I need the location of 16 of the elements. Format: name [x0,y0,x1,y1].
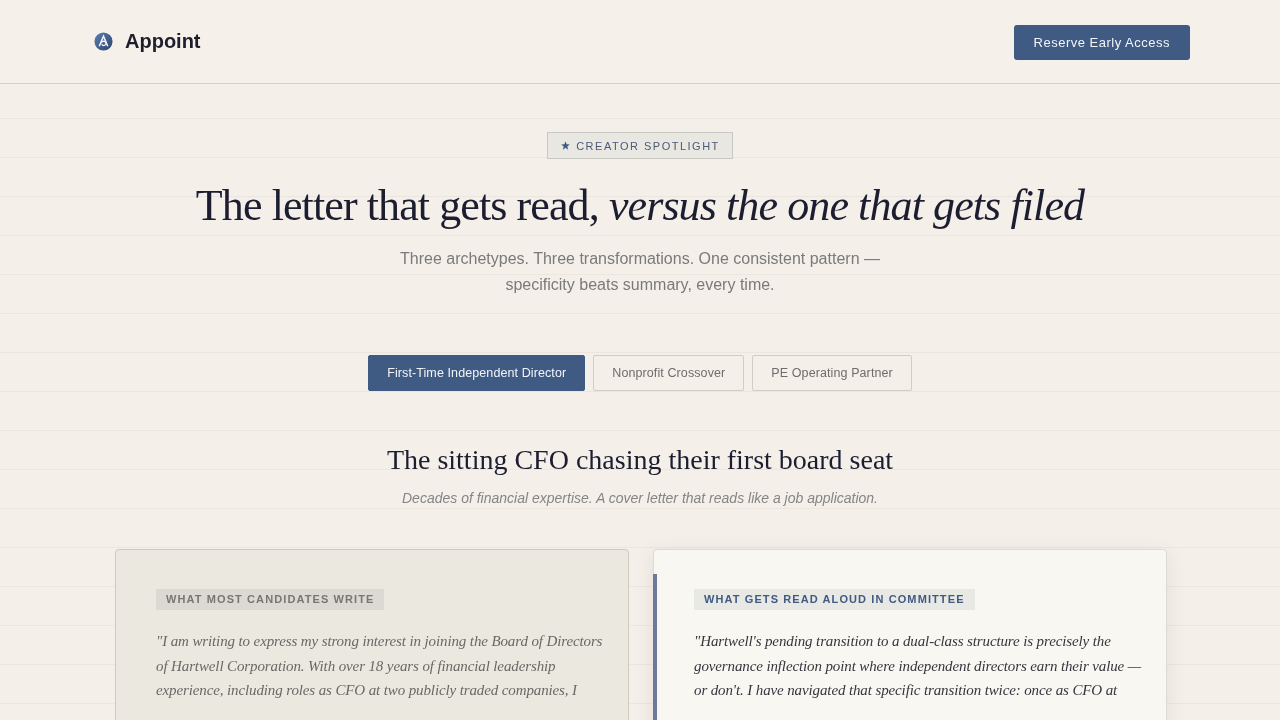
card-label: WHAT MOST CANDIDATES WRITE [156,589,385,610]
star-icon [561,141,571,150]
headline: The letter that gets read, versus the one that gets filed [195,180,1085,232]
logo-icon [94,32,113,51]
reserve-early-access-button[interactable]: Reserve Early Access [1013,25,1190,60]
section-subtitle: Decades of financial expertise. A cover letter that reads like a job application. [402,489,878,508]
section-title: The sitting CFO chasing their first board seat [386,443,894,477]
archetype-tab[interactable]: First-Time Independent Director [368,355,586,391]
archetype-tab[interactable]: PE Operating Partner [752,355,912,391]
subtitle: Three archetypes. Three transformations. One consistent pattern — specificity beats summary, every time. [399,249,881,295]
brand-name: Appoint [125,30,201,53]
letter-excerpt: "I am writing to express my strong interest in joining the Board of Directors of Hartwell Corporation. With over 18 years of financial leadership experience, including roles as CFO at two publicly traded companies, I [156,632,604,700]
archetype-tab[interactable]: Nonprofit Crossover [593,355,745,391]
card-label: WHAT GETS READ ALOUD IN COMMITTEE [694,589,975,610]
badge-text: CREATOR SPOTLIGHT [576,139,720,152]
letter-excerpt: "Hartwell's pending transition to a dual-class structure is precisely the governance inflection point where independent directors earn their value — or don't. I have navigated that specific transition twice: once as CFO at [694,632,1142,700]
